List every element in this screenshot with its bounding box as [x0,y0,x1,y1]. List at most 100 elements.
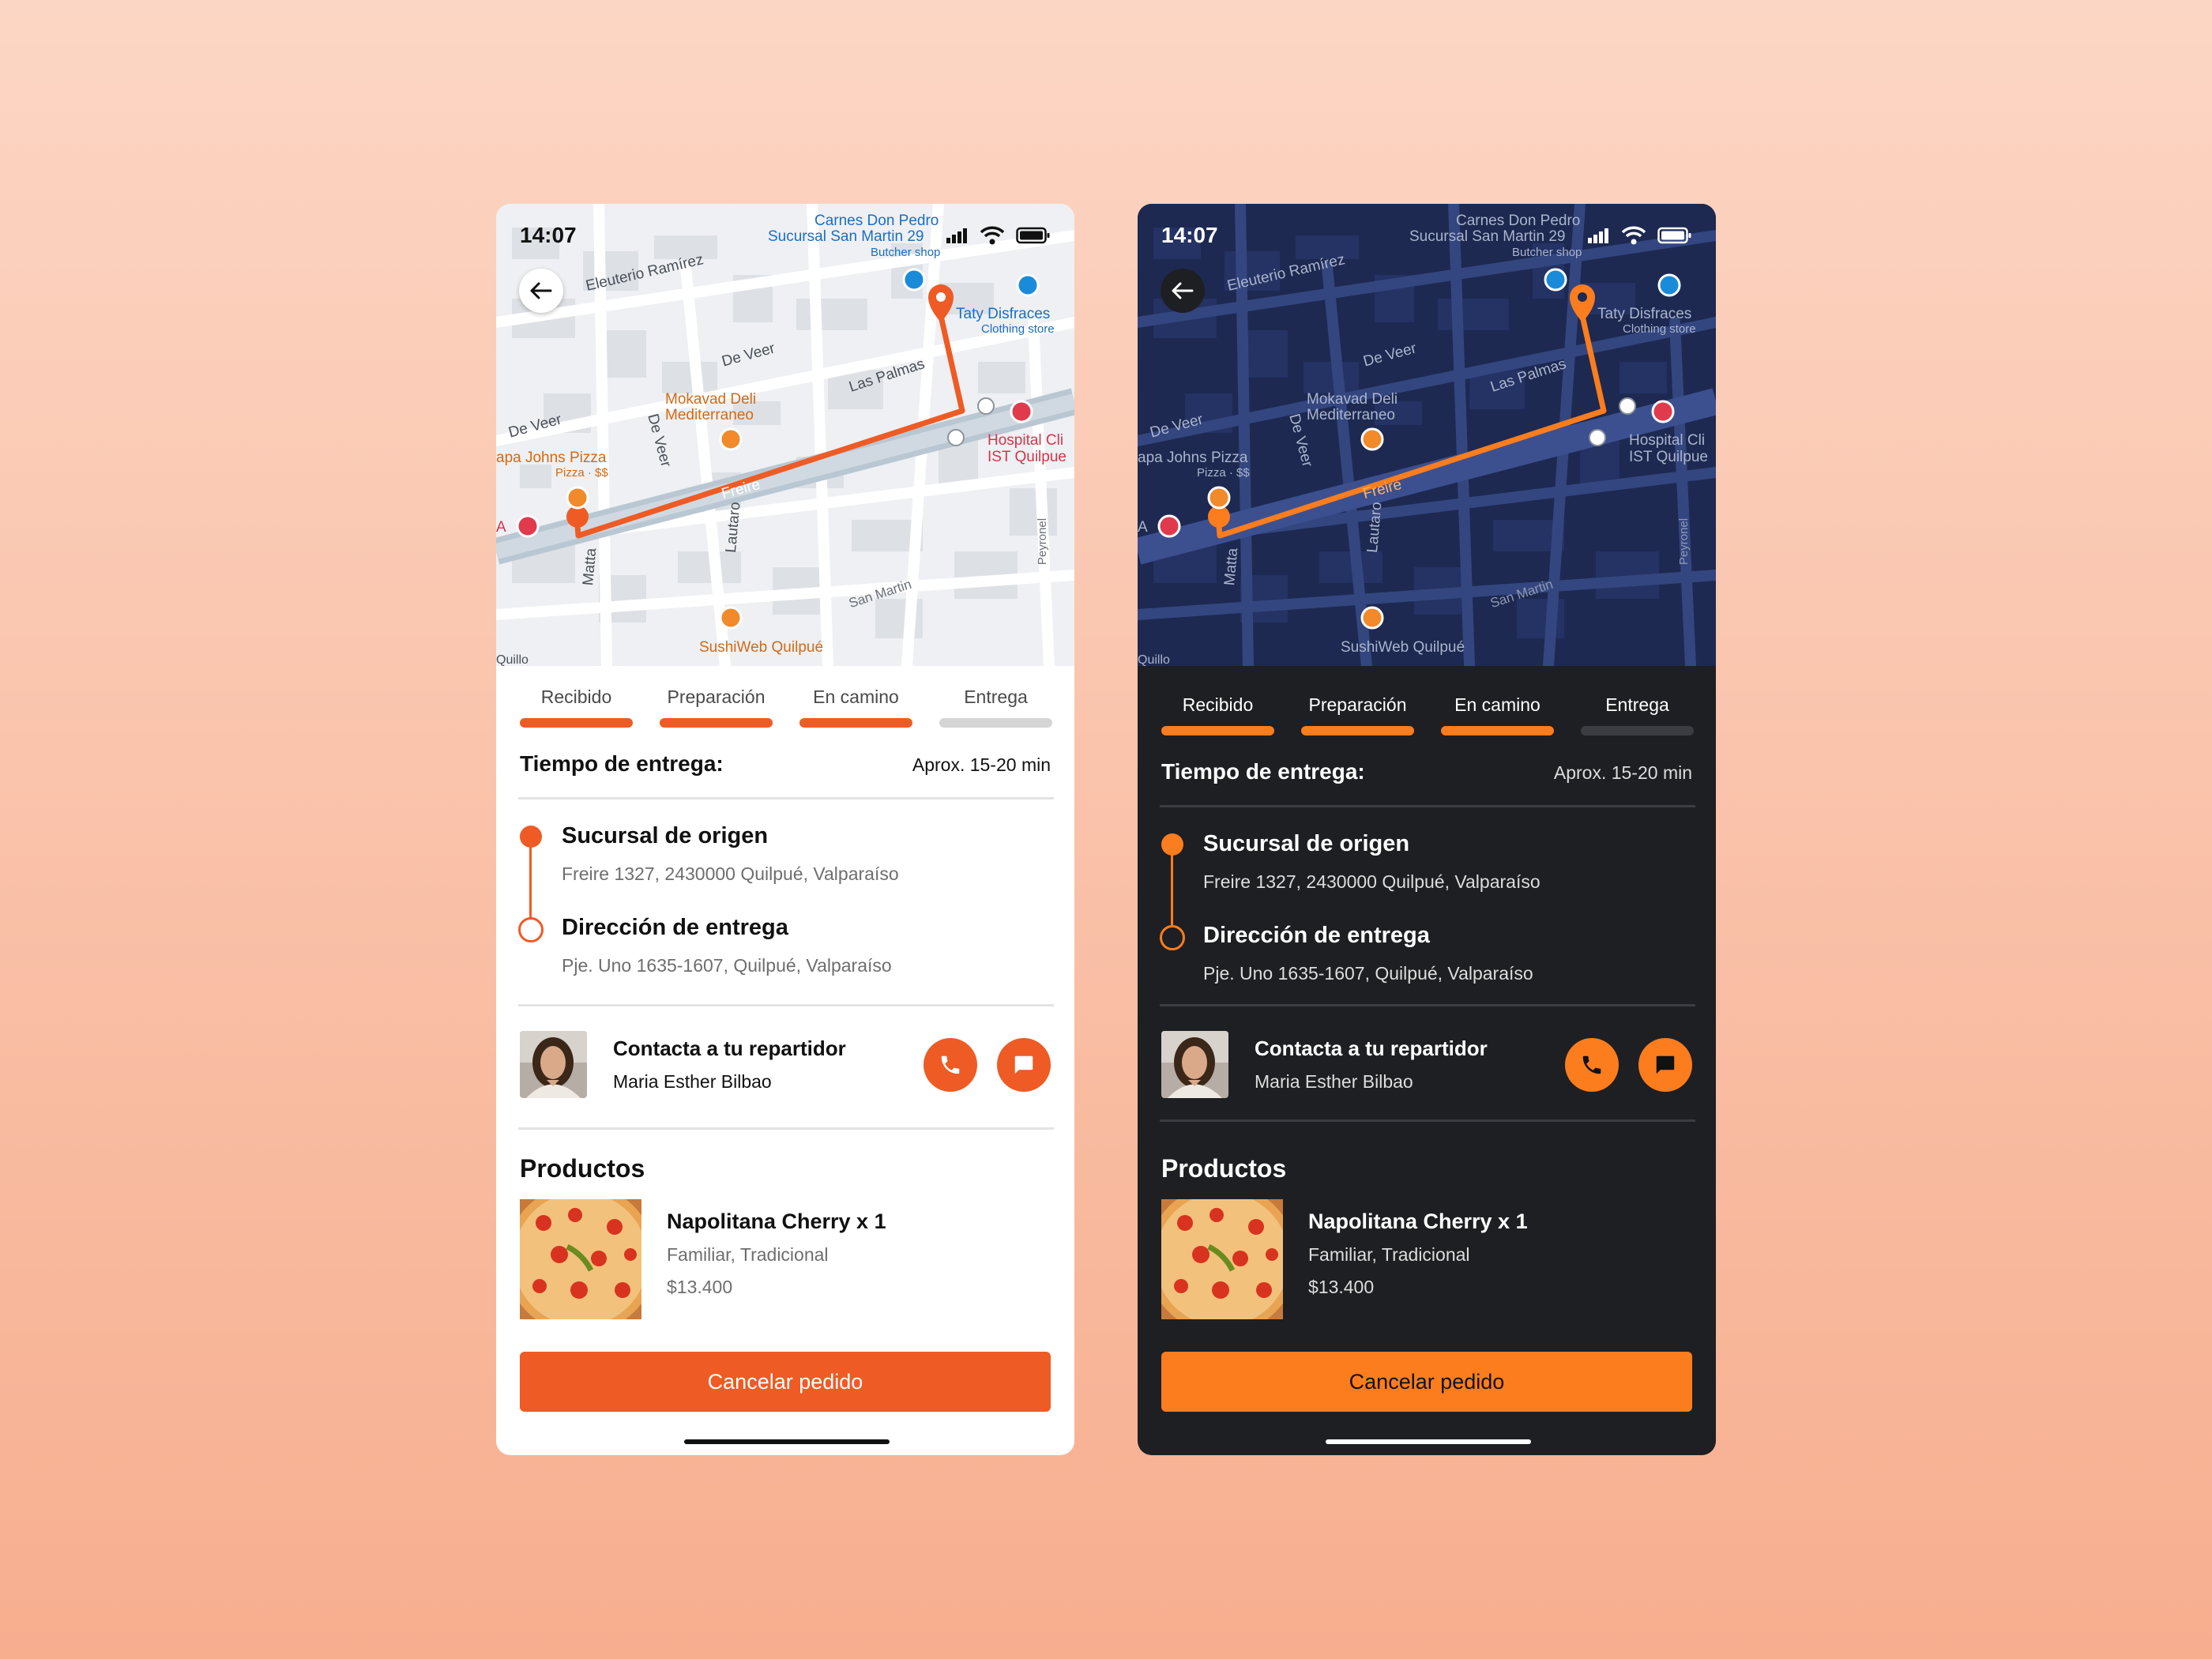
route-line [529,843,532,925]
products-title: Productos [520,1154,645,1183]
map-label-taty-sub: Clothing store [981,322,1055,336]
divider [518,797,1054,799]
back-button[interactable] [519,269,563,313]
battery-icon [1016,227,1050,244]
message-button[interactable] [1638,1038,1692,1092]
origin-address: Freire 1327, 2430000 Quilpué, Valparaíso [1203,871,1540,892]
map-label-peyronel: Peyronel [1677,517,1691,566]
map-label-taty: Taty Disfraces [956,306,1051,322]
map[interactable]: Eleuterio Ramírez De Veer De Veer De Vee… [1138,204,1716,666]
map-label-hospital: Hospital Cli [1629,432,1706,449]
phone-icon [1582,1055,1601,1074]
delivery-time-estimate: Aprox. 15-20 min [912,754,1051,775]
product-details: Familiar, Tradicional [1308,1244,1470,1265]
phone-icon [941,1055,960,1074]
origin-address: Freire 1327, 2430000 Quilpué, Valparaíso [562,863,899,884]
call-button[interactable] [1565,1038,1619,1092]
status-bar: 14:07 [496,204,1074,267]
origin-title: Sucursal de origen [1203,831,1410,856]
battery-icon [1657,227,1691,244]
step-label: Preparación [1308,694,1407,715]
product-name: Napolitana Cherry x 1 [667,1209,886,1233]
map-label-quillota: Quillo [496,653,529,667]
map-label-matta: Matta [1221,547,1242,587]
message-button[interactable] [997,1038,1051,1092]
map-label-papa-johns-sub: Pizza · $$ [555,466,608,480]
step-label: Entrega [964,687,1028,707]
cancel-order-button[interactable]: Cancelar pedido [520,1352,1051,1412]
courier-avatar [1161,1031,1228,1098]
product-name: Napolitana Cherry x 1 [1308,1209,1528,1233]
divider [518,1127,1054,1130]
destination-dot-icon [518,917,544,942]
back-button[interactable] [1161,269,1205,313]
chat-icon [1656,1055,1675,1074]
step-recibido: Recibido [520,666,633,728]
step-en-camino: En camino [799,666,912,728]
destination-address: Pje. Uno 1635-1607, Quilpué, Valparaíso [562,955,892,976]
map-label-edge: A [1138,519,1148,536]
origin-title: Sucursal de origen [562,823,769,848]
signal-icon [946,228,967,243]
chat-icon [1014,1055,1033,1074]
step-bar-pending [939,718,1052,728]
step-entrega: Entrega [1581,674,1694,735]
map-label-mokavad: Mediterraneo [1307,407,1395,423]
destination-address: Pje. Uno 1635-1607, Quilpué, Valparaíso [1203,963,1533,984]
wifi-icon [980,226,1005,245]
map-label-taty: Taty Disfraces [1597,306,1692,322]
courier-contact-title: Contacta a tu repartidor [613,1036,846,1060]
step-bar-complete [1301,726,1414,735]
product-price: $13.400 [667,1277,733,1297]
destination-dot-icon [1160,925,1185,950]
product-image [1161,1199,1283,1319]
map-label-sushi: SushiWeb Quilpué [699,639,824,656]
courier-name: Maria Esther Bilbao [1255,1071,1413,1092]
divider [1160,1004,1695,1006]
courier-contact-title: Contacta a tu repartidor [1255,1036,1488,1060]
destination-title: Dirección de entrega [1203,923,1430,948]
progress-tracker: Recibido Preparación En camino Entrega [520,666,1052,729]
wifi-icon [1621,226,1646,245]
map-label-hospital: Hospital Cli [988,432,1064,449]
phone-dark-mode: Eleuterio Ramírez De Veer De Veer De Vee… [1138,204,1716,1455]
delivery-time-estimate: Aprox. 15-20 min [1553,762,1692,783]
courier-avatar [520,1031,587,1098]
map[interactable]: Eleuterio Ramírez De Veer De Veer De Vee… [496,204,1074,666]
map-label-edge: A [496,519,506,536]
order-details: Recibido Preparación En camino Entrega T… [1138,666,1716,1455]
map-label-mokavad: Mokavad Deli [665,391,757,408]
map-label-mokavad: Mediterraneo [665,407,754,423]
map-label-hospital: IST Quilpue [988,449,1066,465]
arrow-left-icon [530,282,552,299]
delivery-time-title: Tiempo de entrega: [520,751,724,776]
status-time: 14:07 [1161,223,1218,247]
cancel-order-button[interactable]: Cancelar pedido [1161,1352,1692,1412]
step-label: Preparación [667,687,766,707]
map-label-quillota: Quillo [1138,653,1170,667]
step-bar-complete [1441,726,1554,735]
step-en-camino: En camino [1441,674,1554,735]
step-preparacion: Preparación [660,666,773,728]
step-bar-complete [1161,726,1274,735]
step-label: En camino [1454,694,1540,715]
map-label-hospital: IST Quilpue [1629,449,1708,465]
step-preparacion: Preparación [1301,674,1414,735]
progress-tracker: Recibido Preparación En camino Entrega [1161,674,1694,737]
call-button[interactable] [924,1038,977,1092]
map-label-taty-sub: Clothing store [1623,322,1696,336]
map-label-peyronel: Peyronel [1036,517,1050,566]
route-line [1171,851,1173,933]
step-entrega: Entrega [939,666,1052,728]
step-bar-complete [799,718,912,728]
step-label: Recibido [1182,694,1254,715]
status-time: 14:07 [520,223,577,247]
divider [1160,805,1695,807]
delivery-time-title: Tiempo de entrega: [1161,759,1365,784]
arrow-left-icon [1172,282,1194,299]
step-recibido: Recibido [1161,674,1274,735]
map-label-papa-johns-sub: Pizza · $$ [1197,466,1250,480]
step-label: En camino [813,687,899,707]
signal-icon [1588,228,1608,243]
home-indicator [1326,1439,1531,1444]
